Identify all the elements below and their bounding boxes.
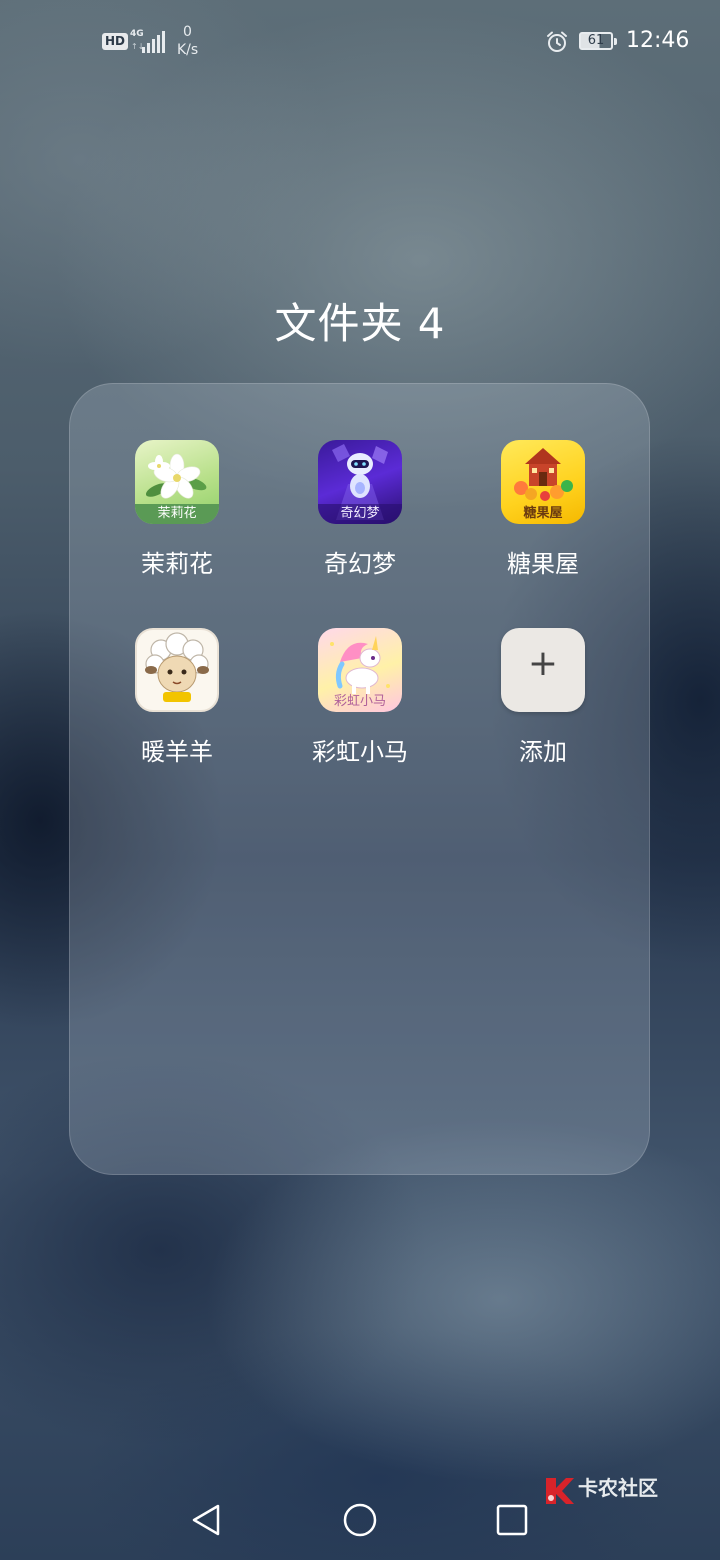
hd-badge: HD [102,33,129,50]
app-label: 糖果屋 [507,550,579,578]
plus-glyph: + [527,643,559,684]
jasmine-flower-icon[interactable]: 茉莉花 [135,440,219,524]
navigation-bar [0,1480,720,1560]
icon-caption: 茉莉花 [135,504,219,524]
net-speed-unit: K/s [177,42,199,58]
candy-house-icon[interactable]: 糖果屋 [501,440,585,524]
app-warm-sheep[interactable]: 暖羊羊 [87,628,267,788]
icon-caption: 糖果屋 [523,506,563,521]
app-rainbow-pony[interactable]: 彩虹小马 彩虹小马 [270,628,450,788]
app-fantasy-dream[interactable]: 奇幻梦 奇幻梦 [270,440,450,600]
icon-caption: 彩虹小马 [333,694,386,709]
app-label: 暖羊羊 [141,738,213,766]
clock: 12:46 [626,28,690,53]
app-candy-house[interactable]: 糖果屋 糖果屋 [453,440,633,600]
icon-caption: 奇幻梦 [318,504,402,524]
add-plus-icon[interactable]: + [501,628,585,712]
home-circle-icon[interactable] [340,1500,380,1540]
battery-level: 61 [587,33,605,48]
folder-title[interactable]: 文件夹 4 [0,290,720,351]
fantasy-robot-icon[interactable]: 奇幻梦 [318,440,402,524]
app-label: 添加 [519,738,567,766]
recents-square-icon[interactable] [492,1500,532,1540]
app-label: 彩虹小马 [312,738,408,766]
back-triangle-icon[interactable] [186,1500,226,1540]
status-bar: HD 4G ↑↓ 0 K/s 61 12:46 [0,0,720,80]
folder-panel: 茉莉花 茉莉花 奇幻梦 奇幻梦 糖果屋 糖果屋 暖羊羊 彩虹小马 彩虹小马 + … [69,383,650,1175]
unicorn-pony-icon[interactable]: 彩虹小马 [318,628,402,712]
app-jasmine[interactable]: 茉莉花 茉莉花 [87,440,267,600]
battery-icon: 61 [579,32,617,50]
app-label: 茉莉花 [141,550,213,578]
sheep-character-icon[interactable] [135,628,219,712]
app-label: 奇幻梦 [324,550,396,578]
signal-icon [142,31,166,53]
net-speed-value: 0 [183,24,192,40]
alarm-icon [547,31,567,52]
add-app-button[interactable]: + 添加 [453,628,633,788]
